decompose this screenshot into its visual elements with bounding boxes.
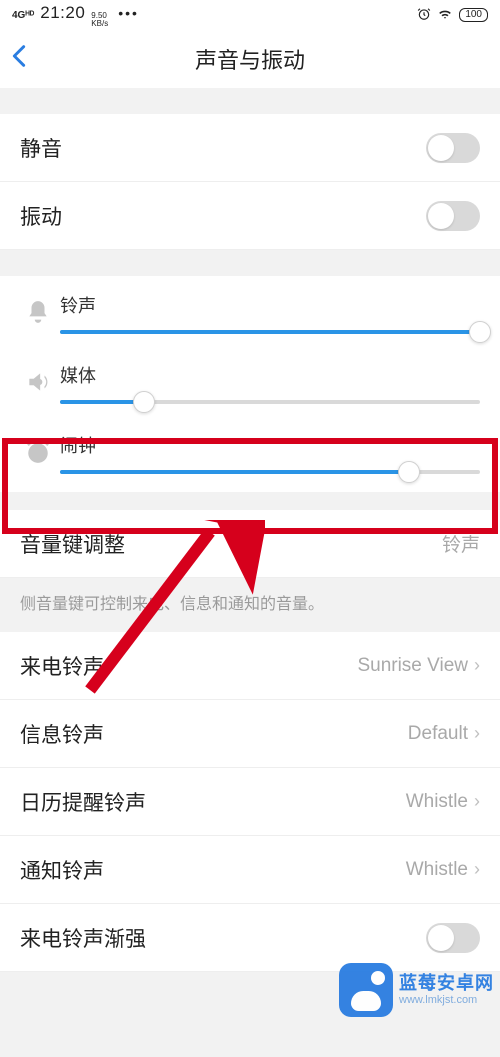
chevron-right-icon: › [474, 859, 480, 880]
alarm-slider[interactable] [60, 470, 480, 474]
notify-ringtone-row[interactable]: 通知铃声 Whistle › [0, 836, 500, 904]
crescendo-label: 来电铃声渐强 [20, 923, 146, 953]
data-speed: 9.50 KB/s [91, 12, 108, 28]
message-ringtone-value: Default [408, 723, 468, 745]
alarm-slider-label: 闹钟 [60, 432, 480, 458]
chevron-right-icon: › [474, 655, 480, 676]
vibrate-row[interactable]: 振动 [0, 182, 500, 250]
network-indicator: 4Gᴴᴰ [12, 10, 34, 21]
notify-ringtone-value: Whistle [406, 859, 468, 881]
notify-ringtone-label: 通知铃声 [20, 855, 104, 885]
message-ringtone-label: 信息铃声 [20, 719, 104, 749]
mute-row[interactable]: 静音 [0, 114, 500, 182]
chevron-right-icon: › [474, 791, 480, 812]
message-ringtone-row[interactable]: 信息铃声 Default › [0, 700, 500, 768]
watermark-logo-icon [339, 963, 393, 1017]
media-volume-row: 媒体 [0, 352, 500, 422]
mute-toggle[interactable] [426, 133, 480, 163]
back-button[interactable] [12, 44, 26, 75]
alarm-status-icon [417, 7, 431, 24]
wifi-status-icon [437, 7, 453, 24]
status-bar: 4Gᴴᴰ 21:20 9.50 KB/s ••• 100 [0, 0, 500, 30]
watermark-title: 蓝莓安卓网 [399, 974, 494, 994]
page-header: 声音与振动 [0, 30, 500, 88]
calendar-ringtone-label: 日历提醒铃声 [20, 787, 146, 817]
alarm-volume-row: 闹钟 [0, 422, 500, 492]
volume-key-row[interactable]: 音量键调整 铃声 [0, 510, 500, 578]
incoming-ringtone-row[interactable]: 来电铃声 Sunrise View › [0, 632, 500, 700]
media-slider-label: 媒体 [60, 362, 480, 388]
page-title: 声音与振动 [195, 43, 305, 75]
speaker-icon [16, 369, 60, 397]
ringtone-slider[interactable] [60, 330, 480, 334]
alarm-clock-icon [16, 439, 60, 467]
battery-status: 100 [459, 8, 488, 22]
watermark-url: www.lmkjst.com [399, 994, 494, 1006]
calendar-ringtone-row[interactable]: 日历提醒铃声 Whistle › [0, 768, 500, 836]
mute-label: 静音 [20, 133, 62, 163]
volume-key-label: 音量键调整 [20, 529, 125, 559]
volume-key-description: 侧音量键可控制来电、信息和通知的音量。 [0, 578, 500, 632]
volume-key-value: 铃声 [442, 530, 480, 557]
watermark: 蓝莓安卓网 www.lmkjst.com [339, 963, 494, 1017]
more-icon: ••• [118, 5, 139, 21]
ringtone-volume-row: 铃声 [0, 282, 500, 352]
chevron-right-icon: › [474, 723, 480, 744]
crescendo-toggle[interactable] [426, 923, 480, 953]
vibrate-toggle[interactable] [426, 201, 480, 231]
clock: 21:20 [40, 3, 85, 23]
volume-sliders-section: 铃声 媒体 闹钟 [0, 276, 500, 492]
incoming-ringtone-value: Sunrise View [357, 655, 468, 677]
calendar-ringtone-value: Whistle [406, 791, 468, 813]
crescendo-row[interactable]: 来电铃声渐强 [0, 904, 500, 972]
vibrate-label: 振动 [20, 201, 62, 231]
media-slider[interactable] [60, 400, 480, 404]
incoming-ringtone-label: 来电铃声 [20, 651, 104, 681]
ringtone-slider-label: 铃声 [60, 292, 480, 318]
bell-icon [16, 299, 60, 327]
